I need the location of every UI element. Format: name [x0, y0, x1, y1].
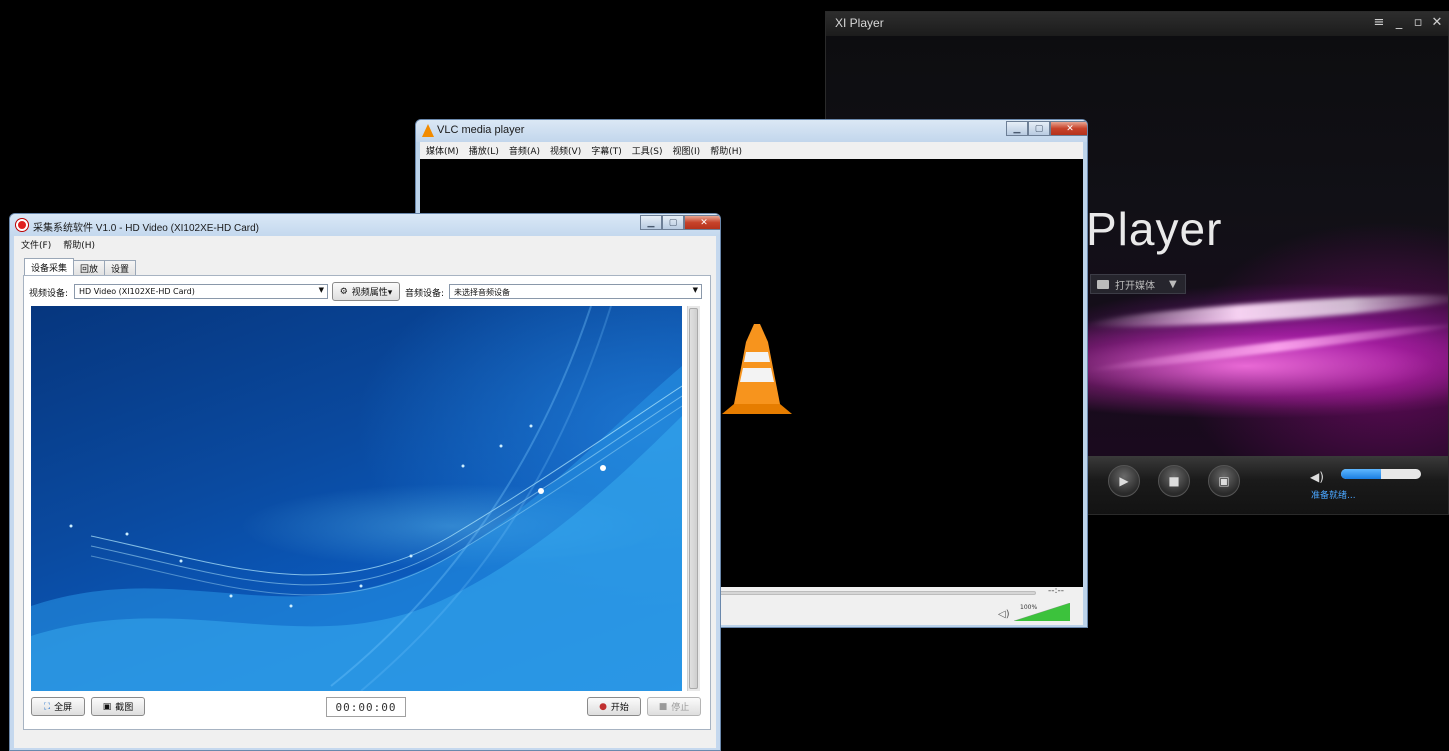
audio-device-select[interactable]: 未选择音频设备 ▼	[449, 284, 702, 299]
stop-icon: ■	[1168, 474, 1180, 488]
start-button[interactable]: ● 开始	[587, 697, 641, 716]
tab-device-capture[interactable]: 设备采集	[24, 258, 75, 275]
video-device-select[interactable]: HD Video (XI102XE-HD Card) ▼	[74, 284, 328, 299]
vlc-cone-icon	[422, 124, 434, 137]
chevron-down-icon: ▼	[692, 286, 698, 294]
xi-player-titlebar[interactable]	[826, 12, 1448, 36]
time-display: --:--	[1048, 586, 1065, 596]
folder-icon	[1097, 279, 1109, 289]
open-media-button[interactable]: 打开媒体 ▼	[1090, 274, 1186, 294]
scrollbar-thumb[interactable]	[689, 308, 698, 689]
app-record-icon	[16, 219, 28, 231]
capture-tabs: 设备采集 回放 设置	[24, 258, 137, 275]
volume-fill	[1341, 469, 1381, 479]
status-text: 准备就绪...	[1311, 491, 1356, 501]
minimize-button[interactable]: ▁	[640, 215, 662, 230]
menu-icon[interactable]: ≡	[1371, 15, 1387, 30]
video-properties-label: 视频属性▾	[351, 288, 393, 298]
volume-percent: 100%	[1020, 604, 1038, 611]
window-controls: ▁ ▢ ✕	[1006, 121, 1087, 136]
chevron-down-icon: ▼	[318, 286, 324, 294]
gear-icon: ⚙	[339, 286, 348, 297]
video-device-label: 视频设备:	[29, 289, 69, 299]
fullscreen-button[interactable]: ▣	[1208, 465, 1240, 497]
capture-window: 采集系统软件 V1.0 - HD Video (XI102XE-HD Card)…	[9, 213, 721, 751]
recording-timer: 00:00:00	[326, 697, 406, 717]
menu-audio[interactable]: 音频(A)	[509, 144, 540, 157]
video-preview[interactable]	[31, 306, 682, 691]
vlc-cone-logo-icon	[722, 324, 792, 414]
fullscreen-label: 全屏	[54, 703, 73, 713]
audio-device-value: 未选择音频设备	[454, 288, 510, 297]
close-button[interactable]: ✕	[1050, 121, 1087, 136]
stop-label: 停止	[671, 703, 690, 713]
menu-video[interactable]: 视频(V)	[550, 144, 581, 157]
vlc-title: VLC media player	[437, 124, 525, 136]
start-label: 开始	[610, 703, 629, 713]
menu-view[interactable]: 视图(I)	[673, 144, 701, 157]
maximize-button[interactable]: ▢	[662, 215, 684, 230]
preview-wave-graphic	[31, 306, 682, 691]
tab-playback[interactable]: 回放	[73, 260, 106, 275]
xi-player-logo: Player	[1086, 203, 1223, 255]
fullscreen-icon: ▣	[1218, 474, 1230, 488]
capture-menubar: 文件(F) 帮助(H)	[14, 236, 716, 253]
menu-media[interactable]: 媒体(M)	[426, 144, 459, 157]
xi-player-title: XI Player	[835, 16, 884, 30]
menu-file[interactable]: 文件(F)	[21, 238, 51, 251]
stop-icon: ■	[658, 701, 668, 712]
record-icon: ●	[599, 701, 607, 712]
tab-settings[interactable]: 设置	[104, 260, 137, 275]
vlc-menubar: 媒体(M) 播放(L) 音频(A) 视频(V) 字幕(T) 工具(S) 视图(I…	[420, 142, 1083, 159]
minimize-button[interactable]: _	[1391, 15, 1407, 30]
stop-button[interactable]: ■ 停止	[647, 697, 701, 716]
menu-help[interactable]: 帮助(H)	[63, 238, 95, 251]
dropdown-arrow-icon[interactable]: ▼	[1169, 279, 1177, 290]
menu-playback[interactable]: 播放(L)	[469, 144, 499, 157]
restore-button[interactable]: ▫	[1410, 15, 1426, 30]
stop-button[interactable]: ■	[1158, 465, 1190, 497]
audio-device-label: 音频设备:	[405, 289, 445, 299]
close-button[interactable]: ✕	[1429, 15, 1445, 30]
volume-slider[interactable]	[1341, 469, 1421, 479]
menu-help[interactable]: 帮助(H)	[710, 144, 742, 157]
open-media-label: 打开媒体	[1115, 280, 1155, 292]
speaker-icon[interactable]: ◀)	[1310, 470, 1324, 484]
minimize-button[interactable]: ▁	[1006, 121, 1028, 136]
play-button[interactable]: ▶	[1108, 465, 1140, 497]
screenshot-button[interactable]: ▣ 截图	[91, 697, 145, 716]
fullscreen-icon: ⛶	[43, 701, 51, 712]
screenshot-label: 截图	[115, 703, 134, 713]
video-device-value: HD Video (XI102XE-HD Card)	[79, 287, 195, 296]
close-button[interactable]: ✕	[684, 215, 720, 230]
fullscreen-button[interactable]: ⛶ 全屏	[31, 697, 85, 716]
camera-icon: ▣	[102, 701, 112, 712]
play-icon: ▶	[1119, 474, 1129, 488]
window-controls: ▁ ▢ ✕	[640, 215, 720, 230]
menu-tools[interactable]: 工具(S)	[632, 144, 663, 157]
capture-title: 采集系统软件 V1.0 - HD Video (XI102XE-HD Card)	[33, 223, 259, 234]
menu-subtitle[interactable]: 字幕(T)	[591, 144, 622, 157]
maximize-button[interactable]: ▢	[1028, 121, 1050, 136]
video-properties-button[interactable]: ⚙ 视频属性▾	[332, 282, 400, 301]
mute-speaker-icon[interactable]: ◁)	[998, 609, 1010, 620]
